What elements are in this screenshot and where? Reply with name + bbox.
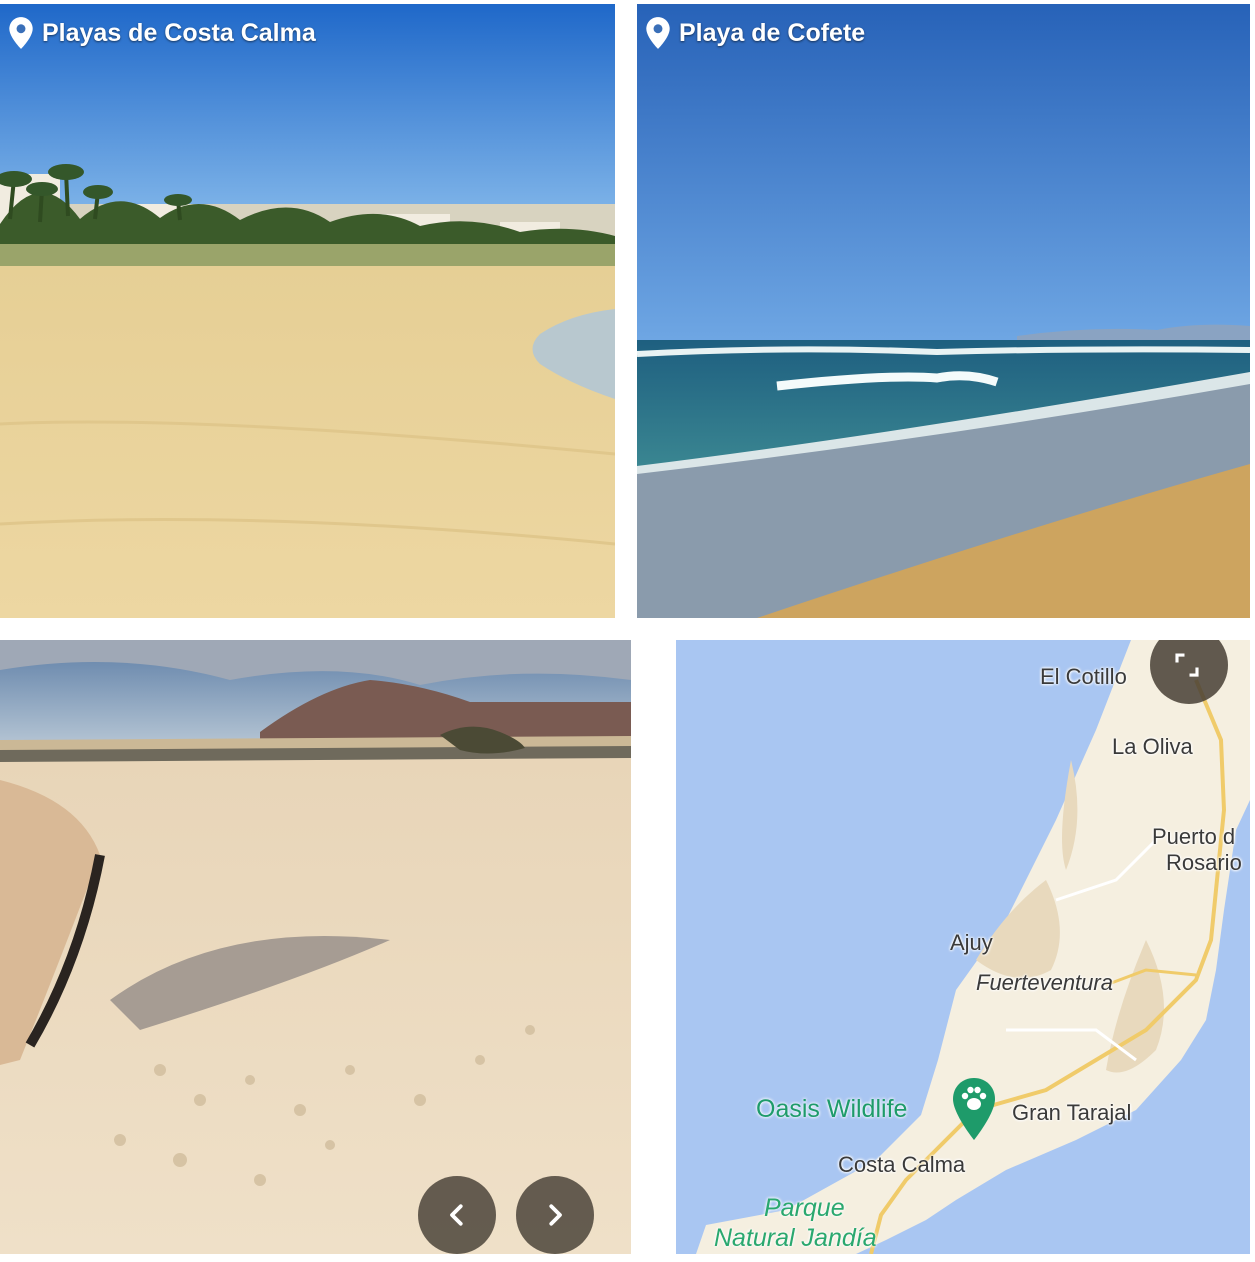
photo-location-label: Playas de Costa Calma — [8, 16, 316, 50]
map-label-puerto-line1: Puerto d — [1152, 824, 1236, 849]
photo-title: Playa de Cofete — [679, 18, 866, 47]
photo-cofete[interactable]: Playa de Cofete — [637, 4, 1250, 618]
costa-calma-beach-image — [0, 4, 615, 618]
map-label-costa-calma: Costa Calma — [838, 1152, 966, 1177]
photo-title: Playas de Costa Calma — [42, 18, 316, 47]
map-label-el-cotillo: El Cotillo — [1040, 664, 1127, 689]
location-pin-icon — [646, 17, 670, 49]
photo-costa-calma[interactable]: Playas de Costa Calma — [0, 4, 615, 618]
map-label-fuerteventura: Fuerteventura — [976, 970, 1113, 995]
chevron-left-icon — [450, 1204, 463, 1226]
map-label-parque-line1: Parque — [764, 1194, 845, 1222]
previous-photo-button[interactable] — [418, 1176, 496, 1254]
location-pin-icon — [9, 17, 33, 49]
dunes-image — [0, 640, 631, 1254]
map-label-puerto-line2: Rosario — [1166, 850, 1242, 875]
photo-dunes[interactable] — [0, 640, 631, 1254]
chevron-right-icon — [549, 1204, 562, 1226]
map-fuerteventura[interactable]: El Cotillo La Oliva Puerto d Rosario Aju… — [676, 640, 1250, 1254]
map-label-ajuy: Ajuy — [950, 930, 993, 955]
photo-location-label: Playa de Cofete — [645, 16, 865, 50]
cofete-beach-image — [637, 4, 1250, 618]
map-label-la-oliva: La Oliva — [1112, 734, 1193, 759]
map-label-oasis-wildlife[interactable]: Oasis Wildlife — [756, 1095, 907, 1124]
fullscreen-icon — [1175, 653, 1199, 677]
map-label-gran-tarajal: Gran Tarajal — [1012, 1100, 1132, 1125]
paw-marker-icon[interactable] — [951, 1076, 997, 1142]
map-label-parque-line2: Natural Jandía — [714, 1224, 877, 1252]
next-photo-button[interactable] — [516, 1176, 594, 1254]
